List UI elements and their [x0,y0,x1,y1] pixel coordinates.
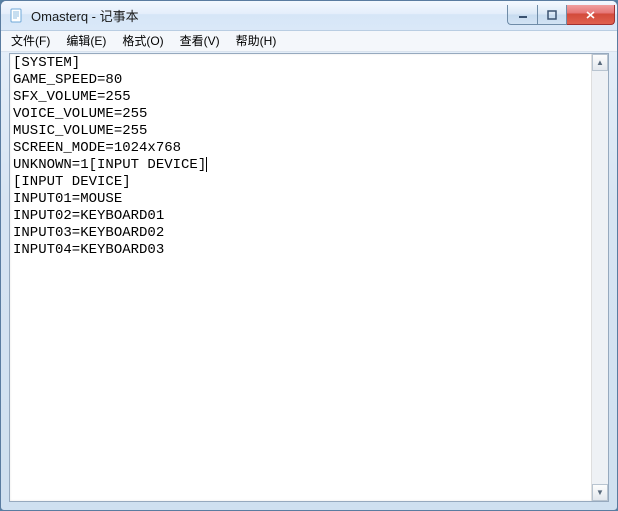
menu-view[interactable]: 查看(V) [172,31,228,52]
menu-edit[interactable]: 编辑(E) [58,31,114,52]
close-button[interactable] [567,5,615,25]
menu-help[interactable]: 帮助(H) [228,31,285,52]
window-title: Omasterq - 记事本 [31,6,507,25]
window-controls [507,5,615,25]
scroll-track[interactable] [592,71,608,484]
menu-file[interactable]: 文件(F) [3,31,58,52]
maximize-button[interactable] [537,5,567,25]
menu-format[interactable]: 格式(O) [114,31,171,52]
scroll-down-button[interactable]: ▼ [592,484,608,501]
titlebar[interactable]: Omasterq - 记事本 [1,1,617,31]
text-editor[interactable]: [SYSTEM] GAME_SPEED=80 SFX_VOLUME=255 VO… [10,54,591,501]
vertical-scrollbar[interactable]: ▲ ▼ [591,54,608,501]
app-icon [9,8,25,24]
scroll-up-button[interactable]: ▲ [592,54,608,71]
minimize-button[interactable] [507,5,537,25]
menubar: 文件(F) 编辑(E) 格式(O) 查看(V) 帮助(H) [1,31,617,52]
client-area: [SYSTEM] GAME_SPEED=80 SFX_VOLUME=255 VO… [9,53,609,502]
text-caret [206,157,207,172]
notepad-window: Omasterq - 记事本 文件(F) 编辑(E) 格式(O) 查看(V) 帮… [0,0,618,511]
